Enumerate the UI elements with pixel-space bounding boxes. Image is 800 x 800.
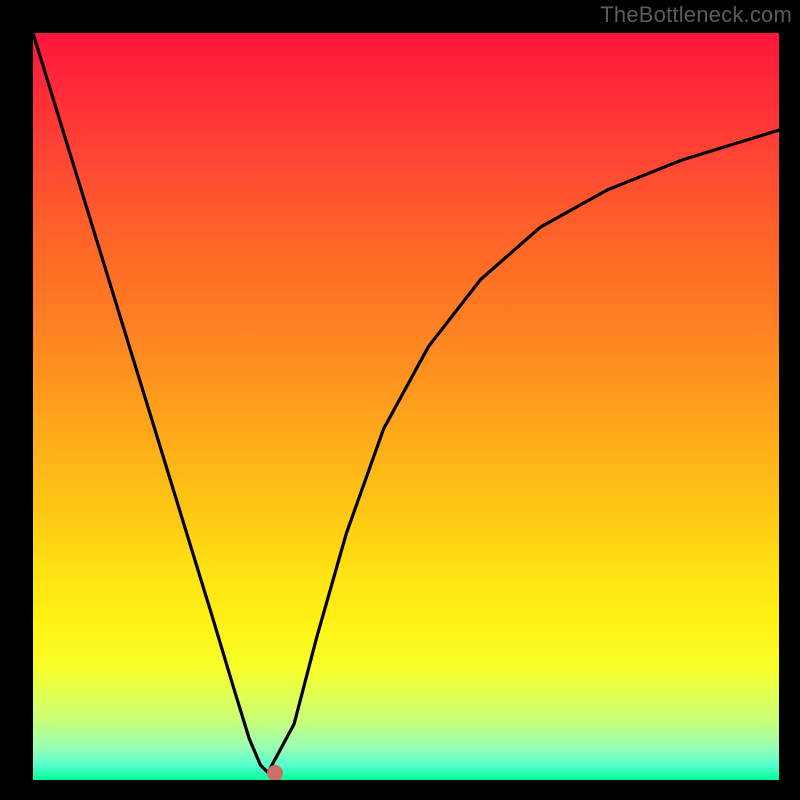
watermark-text: TheBottleneck.com — [600, 2, 792, 28]
chart-frame: TheBottleneck.com — [0, 0, 800, 800]
minimum-marker-dot — [267, 765, 283, 780]
bottleneck-curve — [33, 33, 779, 773]
curve-svg — [33, 33, 779, 780]
plot-area — [33, 33, 779, 780]
